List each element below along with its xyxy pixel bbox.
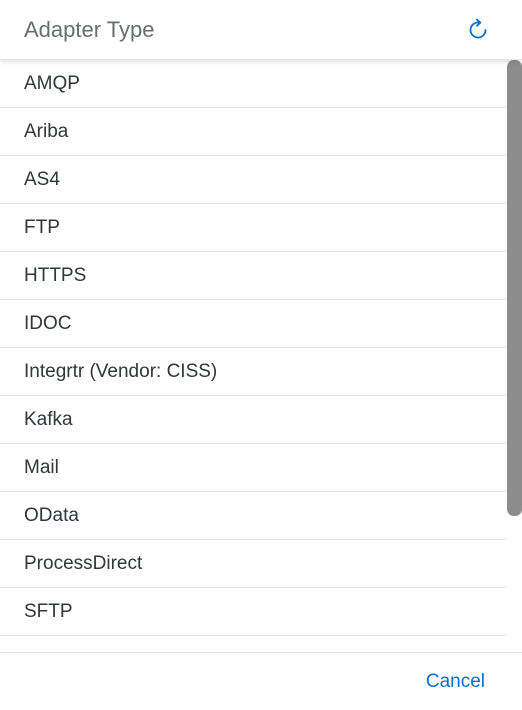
list-item-ftp[interactable]: FTP [0,204,507,252]
list-item-amqp[interactable]: AMQP [0,60,507,108]
list-item-label: Mail [24,456,59,478]
adapter-list-container[interactable]: AMQP Ariba AS4 FTP HTTPS IDOC Integrtr (… [0,60,522,651]
list-item-kafka[interactable]: Kafka [0,396,507,444]
list-item-https[interactable]: HTTPS [0,252,507,300]
list-item-mail[interactable]: Mail [0,444,507,492]
list-item-sftp[interactable]: SFTP [0,588,507,636]
list-item-label: Kafka [24,408,73,430]
list-item-label: FTP [24,216,60,238]
list-item-label: AMQP [24,72,80,94]
adapter-type-dialog: Adapter Type AMQP Ariba AS4 FTP HTTPS ID… [0,0,522,710]
dialog-footer: Cancel [0,652,522,710]
adapter-list: AMQP Ariba AS4 FTP HTTPS IDOC Integrtr (… [0,60,507,636]
list-item-label: IDOC [24,312,72,334]
list-item-idoc[interactable]: IDOC [0,300,507,348]
list-item-label: Ariba [24,120,69,142]
scrollbar-thumb[interactable] [507,60,522,516]
list-item-odata[interactable]: OData [0,492,507,540]
list-item-label: OData [24,504,79,526]
scrollbar-track[interactable] [507,60,522,651]
list-item-ariba[interactable]: Ariba [0,108,507,156]
list-item-processdirect[interactable]: ProcessDirect [0,540,507,588]
list-item-as4[interactable]: AS4 [0,156,507,204]
list-item-label: HTTPS [24,264,87,286]
list-item-integrtr[interactable]: Integrtr (Vendor: CISS) [0,348,507,396]
dialog-title: Adapter Type [24,17,155,42]
cancel-button[interactable]: Cancel [426,671,485,693]
dialog-header: Adapter Type [0,0,522,60]
list-item-label: AS4 [24,168,60,190]
list-item-label: SFTP [24,600,73,622]
refresh-button[interactable] [464,18,492,46]
list-item-label: Integrtr (Vendor: CISS) [24,360,218,382]
list-item-label: ProcessDirect [24,552,143,574]
refresh-icon [466,18,490,47]
